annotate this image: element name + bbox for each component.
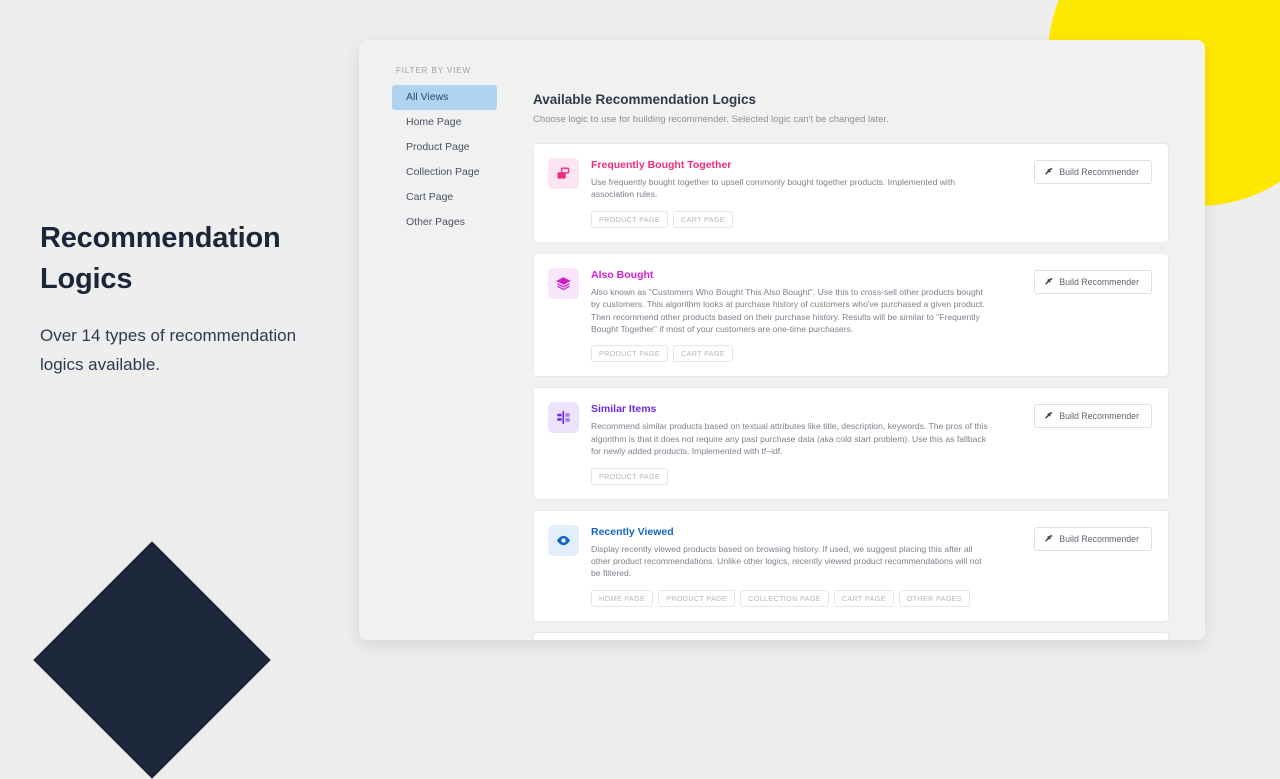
layers-icon <box>548 267 579 299</box>
view-tag: HOME PAGE <box>591 589 654 607</box>
eye-icon <box>548 524 579 556</box>
sidebar-item-all-views[interactable]: All Views <box>392 85 497 110</box>
logic-card: Handpicked ItemsBuild Recommender <box>533 631 1169 640</box>
logic-card-tag-row: PRODUCT PAGE CART PAGE <box>591 210 1024 228</box>
logic-card-tag-row: PRODUCT PAGE CART PAGE <box>591 345 1024 363</box>
view-tag: PRODUCT PAGE <box>591 210 669 228</box>
stacked-rectangles-icon <box>548 158 579 189</box>
page-subtitle: Choose logic to use for building recomme… <box>533 114 889 125</box>
logic-card-title: Frequently Bought Together <box>591 159 732 171</box>
logic-card-tag-row: PRODUCT PAGE <box>591 467 1024 485</box>
view-tag: PRODUCT PAGE <box>591 345 669 363</box>
logic-card-body: Also Bought Also known as "Customers Who … <box>591 268 1024 363</box>
build-recommender-label: Build Recommender <box>1059 533 1139 544</box>
sidebar-heading: FILTER BY VIEW <box>396 66 471 75</box>
view-tag: COLLECTION PAGE <box>740 589 829 607</box>
logic-card-description: Use frequently bought together to upsell… <box>591 177 956 200</box>
logic-card-description: Display recently viewed products based o… <box>591 543 982 579</box>
logic-card-title: Also Bought <box>591 268 654 281</box>
logic-card-body: Similar Items Recommend similar products … <box>591 402 1024 485</box>
sidebar-item-product-page[interactable]: Product Page <box>392 135 497 160</box>
logic-card-title: Recently Viewed <box>591 525 674 538</box>
sidebar-item-home-page[interactable]: Home Page <box>392 110 497 135</box>
promo-panel: Recommendation Logics Over 14 types of r… <box>40 218 322 379</box>
hammer-icon <box>1044 167 1054 177</box>
logic-card: Also Bought Also known as "Customers Who … <box>533 252 1169 378</box>
build-recommender-button[interactable]: Build Recommender <box>1034 526 1152 551</box>
decorative-navy-diamond <box>33 541 271 779</box>
app-window: FILTER BY VIEW All Views Home Page Product… <box>359 40 1205 640</box>
build-recommender-label: Build Recommender <box>1059 167 1139 177</box>
main-content: Available Recommendation Logics Choose l… <box>509 40 1205 640</box>
build-recommender-button[interactable]: Build Recommender <box>1034 160 1152 184</box>
build-recommender-button[interactable]: Build Recommender <box>1034 404 1152 429</box>
promo-subtitle: Over 14 types of recommendation logics a… <box>40 326 297 374</box>
logic-card-body: Frequently Bought Together Use frequently… <box>591 158 1024 228</box>
hammer-icon <box>1044 277 1054 287</box>
logic-card-body: Recently Viewed Display recently viewed p… <box>591 525 1024 607</box>
view-tag: CART PAGE <box>833 589 894 607</box>
logic-card-description: Recommend similar products based on text… <box>591 421 988 457</box>
sidebar: FILTER BY VIEW All Views Home Page Product… <box>359 40 509 640</box>
logic-card-description: Also known as "Customers Who Bought This… <box>591 286 985 335</box>
view-tag: CART PAGE <box>673 210 733 228</box>
logic-card-tag-row: HOME PAGE PRODUCT PAGE COLLECTION PAGE CART… <box>591 589 1024 607</box>
view-tag: CART PAGE <box>673 345 733 363</box>
view-tag: OTHER PAGES <box>898 589 970 607</box>
hammer-icon <box>1044 534 1054 544</box>
logic-card-title: Similar Items <box>591 403 657 416</box>
hammer-icon <box>1044 411 1054 421</box>
build-recommender-label: Build Recommender <box>1059 276 1139 287</box>
sidebar-item-collection-page[interactable]: Collection Page <box>392 160 497 185</box>
sidebar-nav-list: All Views Home Page Product Page Collection… <box>359 85 509 235</box>
build-recommender-button[interactable]: Build Recommender <box>1034 269 1152 294</box>
logic-card-list: Frequently Bought Together Use frequently… <box>533 143 1169 640</box>
page-title: Available Recommendation Logics <box>533 92 757 107</box>
view-tag: PRODUCT PAGE <box>591 467 669 485</box>
logic-card: Recently Viewed Display recently viewed p… <box>533 509 1169 622</box>
compare-split-icon <box>548 402 579 434</box>
promo-title: Recommendation Logics <box>40 222 281 295</box>
build-recommender-label: Build Recommender <box>1059 411 1139 422</box>
logic-card: Similar Items Recommend similar products … <box>533 387 1169 500</box>
sidebar-item-cart-page[interactable]: Cart Page <box>392 185 497 210</box>
sidebar-item-other-pages[interactable]: Other Pages <box>392 210 497 235</box>
logic-card: Frequently Bought Together Use frequently… <box>533 143 1169 243</box>
view-tag: PRODUCT PAGE <box>658 589 736 607</box>
